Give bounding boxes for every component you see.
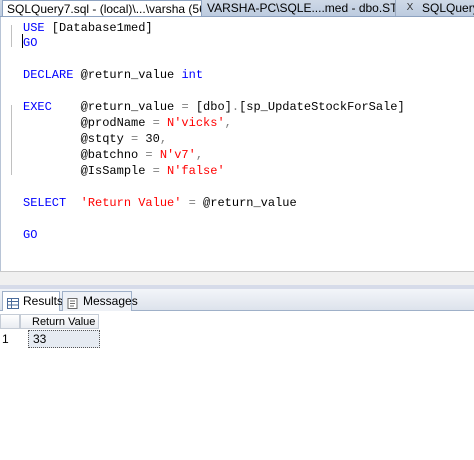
code-token: = <box>181 100 189 114</box>
close-tab-icon[interactable]: X <box>404 0 416 16</box>
code-token: , <box>195 148 204 162</box>
results-tab-strip: Results Messages <box>0 289 474 312</box>
tab-results[interactable]: Results <box>2 291 64 312</box>
tab-label: VARSHA-PC\SQLE....med - dbo.STOCK <box>207 1 396 15</box>
tab-label: SQLQuery7.sql - (local)\...\varsha (56)) <box>7 2 202 16</box>
column-header-return-value[interactable]: Return Value <box>20 314 99 329</box>
code-token: @return_value <box>51 100 182 114</box>
code-token: @batchno <box>23 148 146 162</box>
query-editor[interactable]: USE [Database1med] GO DECLARE @return_valu… <box>0 17 474 271</box>
code-token: @IsSample <box>23 164 153 178</box>
outline-line <box>11 105 12 175</box>
code-token: [sp_UpdateStockForSale] <box>239 100 405 114</box>
tab-results-label: Results <box>23 294 64 308</box>
code-line: EXEC @return_value = [dbo].[sp_UpdateSto… <box>23 99 405 115</box>
code-token: int <box>181 68 204 82</box>
result-cell[interactable]: 33 <box>28 330 100 348</box>
code-token: @prodName <box>23 116 153 130</box>
code-token: SELECT <box>23 196 67 210</box>
code-line: @IsSample = N'false' <box>23 163 225 179</box>
tab-stock-table[interactable]: VARSHA-PC\SQLE....med - dbo.STOCK <box>203 0 396 16</box>
code-token: GO <box>23 36 38 50</box>
outline-line <box>11 25 12 47</box>
grid-icon <box>7 296 19 309</box>
code-token: . <box>231 100 240 114</box>
code-token: 30 <box>138 132 160 146</box>
code-token: EXEC <box>23 100 52 114</box>
code-token: = <box>188 196 196 210</box>
code-line: DECLARE @return_value int <box>23 67 203 83</box>
row-header-corner <box>0 314 20 329</box>
tab-sqlquery7[interactable]: SQLQuery7.sql - (local)\...\varsha (56)) <box>2 0 202 16</box>
code-line: @prodName = N'vicks', <box>23 115 232 131</box>
tab-messages[interactable]: Messages <box>62 291 138 311</box>
results-grid: Return Value 1 33 <box>0 311 474 460</box>
code-token: N'false' <box>167 164 225 178</box>
code-token: N'v7' <box>159 148 196 162</box>
row-number: 1 <box>2 332 9 346</box>
code-token: , <box>224 116 232 130</box>
tab-messages-label: Messages <box>83 294 138 308</box>
code-token: = <box>145 148 153 162</box>
code-token: USE <box>23 21 45 35</box>
code-line: @stqty = 30, <box>23 131 167 147</box>
code-token: 'Return Value' <box>80 196 182 210</box>
code-token: @stqty <box>23 132 132 146</box>
tab-sqlquery1[interactable]: SQLQuery1.s <box>418 0 474 16</box>
code-token: DECLARE <box>23 68 74 82</box>
code-line: USE [Database1med] <box>23 20 153 36</box>
code-token: = <box>152 116 160 130</box>
code-line: SELECT 'Return Value' = @return_value <box>23 195 297 211</box>
code-token: [Database1med] <box>44 21 153 35</box>
code-token: @return_value <box>195 196 297 210</box>
code-token: GO <box>23 228 38 242</box>
code-line: @batchno = N'v7', <box>23 147 203 163</box>
code-token: , <box>159 132 168 146</box>
tab-label: SQLQuery1.s <box>422 1 474 15</box>
code-token: N'vicks' <box>167 116 225 130</box>
code-line: GO <box>23 227 37 243</box>
code-token: @return_value <box>73 68 182 82</box>
code-token: [dbo] <box>188 100 232 114</box>
messages-icon <box>67 296 79 309</box>
code-line: GO <box>23 35 37 51</box>
document-tab-strip: SQLQuery7.sql - (local)\...\varsha (56))… <box>0 0 474 17</box>
code-token: = <box>152 164 160 178</box>
